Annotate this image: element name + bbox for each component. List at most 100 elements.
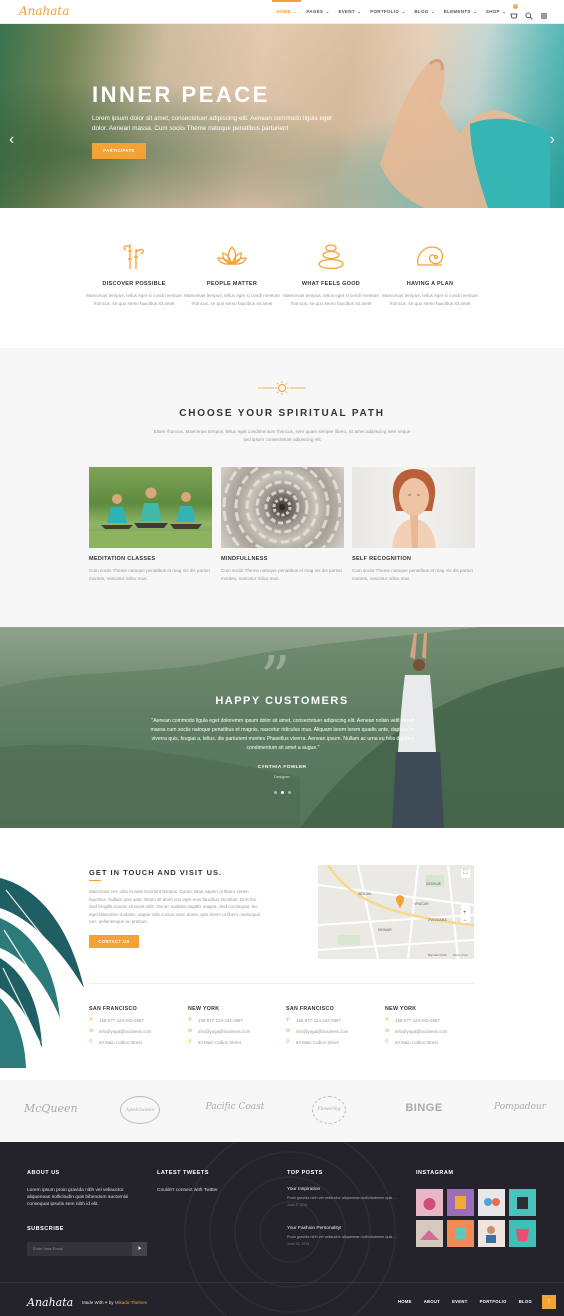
client-logo[interactable]: McQueen [24, 1102, 78, 1115]
footer-logo[interactable]: Anahata [27, 1296, 73, 1309]
client-logo[interactable]: BINGE [402, 1102, 446, 1114]
slider-dot-active[interactable] [280, 791, 284, 794]
post-item[interactable]: Your Fashion Personality! Proin gravida … [287, 1226, 402, 1246]
nav-pages[interactable]: PAGES ⌄ [306, 0, 329, 24]
feature-description: Maecenas tempus, tellus eget si condi me… [184, 293, 280, 306]
map-data-label: Map data ©2019 [428, 954, 447, 957]
office-email[interactable]: info@yoga@business.com [99, 1029, 151, 1034]
instagram-photo[interactable] [478, 1189, 505, 1216]
nav-blog[interactable]: BLOG ⌄ [414, 0, 434, 24]
card-description: Cum sociis Theme natoque penatibus et ma… [89, 568, 210, 581]
post-date: June 8, 2016 [287, 1203, 308, 1207]
map-label: NEIMAR [378, 928, 392, 932]
path-card[interactable]: MEDITATION CLASSES Cum sociis Theme nato… [89, 467, 212, 582]
subscribe-email-input[interactable]: Enter Your Email [27, 1242, 132, 1256]
instagram-photo[interactable] [416, 1189, 443, 1216]
card-description: Cum sociis Theme natoque penatibus et ma… [352, 568, 473, 581]
hero-text: Lorem ipsum dolor sit amet, consectetuer… [92, 115, 332, 132]
nav-portfolio[interactable]: PORTFOLIO ⌄ [370, 0, 405, 24]
search-icon[interactable] [525, 12, 533, 20]
post-text: Proin gravida nibh vel veliauctor alique… [287, 1196, 397, 1200]
participate-button[interactable]: PARTICIPATE [92, 143, 146, 159]
testimonials-section: ” HAPPY CUSTOMERS "Aenean commodo ligula… [0, 627, 564, 828]
nav-event[interactable]: EVENT ⌄ [338, 0, 361, 24]
map-label: DEDINJE [426, 882, 442, 886]
path-card[interactable]: SELF RECOGNITION Cum sociis Theme natoqu… [352, 467, 475, 582]
location-icon: ⚲ [188, 1039, 192, 1045]
client-logo[interactable]: Apolcnoseo [120, 1096, 160, 1124]
office-city: SAN FRANCISCO [286, 1006, 335, 1012]
testimonial-author: CYNTHIA FOWLER [257, 765, 307, 770]
instagram-photo[interactable] [416, 1220, 443, 1247]
send-icon[interactable]: ➤ [132, 1242, 147, 1256]
instagram-photo[interactable] [447, 1220, 474, 1247]
office-phone: 156-677-124-442-2887 [198, 1017, 243, 1023]
location-icon: ⚲ [89, 1039, 93, 1045]
nav-shop[interactable]: SHOP ⌄ [486, 0, 506, 24]
post-title[interactable]: Your Inspiration [287, 1187, 402, 1192]
post-text: Proin gravida nibh vel veliauctor alique… [287, 1235, 397, 1239]
location-icon: ⚲ [385, 1039, 389, 1045]
fullscreen-icon[interactable]: ⛶ [461, 869, 470, 878]
hero-prev-arrow[interactable]: ‹ [9, 132, 14, 148]
office-item: NEW YORK ✆ 156-677-124-442-2887 ✉ info@yog… [385, 1006, 475, 1045]
testimonial-quote: "Aenean commodo ligula eget doloremm ips… [150, 718, 416, 751]
lotus-icon [217, 245, 247, 265]
credits-link[interactable]: Mikado-Themes [115, 1300, 147, 1305]
feature-title: DISCOVER POSSIBLE [102, 281, 166, 287]
logo[interactable]: Anahata [19, 4, 69, 18]
menu-icon[interactable] [540, 12, 548, 20]
phone-icon: ✆ [89, 1017, 94, 1023]
footer-nav-blog[interactable]: BLOG [519, 1299, 532, 1304]
nav-home[interactable]: HOME ⌄ [272, 0, 302, 24]
back-to-top-icon[interactable]: ↑ [542, 1295, 556, 1309]
map-label: ZVEZDARA [428, 918, 447, 922]
post-item[interactable]: Your Inspiration Proin gravida nibh vel … [287, 1187, 402, 1207]
footer-nav: HOME ABOUT EVENT PORTFOLIO BLOG [398, 1299, 532, 1304]
office-address: 84 Main Collins Street [198, 1039, 241, 1045]
card-title: MEDITATION CLASSES [89, 556, 156, 562]
contact-title: GET IN TOUCH AND VISIT US. [89, 868, 223, 877]
title-underline [89, 880, 101, 881]
client-logo[interactable]: Flowering [312, 1096, 346, 1124]
path-card[interactable]: MINDFULLNESS Cum sociis Theme natoque pe… [221, 467, 344, 582]
page: Anahata HOME ⌄ PAGES ⌄ EVENT ⌄ PORTFOLIO… [0, 0, 564, 1316]
email-icon: ✉ [286, 1028, 291, 1034]
cart-button[interactable]: 0 [510, 4, 518, 25]
tweets-text: Couldn't connect with Twitter [157, 1188, 218, 1193]
footer-nav-home[interactable]: HOME [398, 1299, 412, 1304]
map-label: SENJAK [358, 892, 372, 896]
slider-dot[interactable] [273, 791, 277, 794]
map[interactable]: VRAČAR DEDINJE SENJAK NEIMAR ZVEZDARA + … [318, 865, 474, 959]
tweets-title: LATEST TWEETS [157, 1170, 209, 1176]
contact-us-button[interactable]: CONTACT US [89, 935, 139, 948]
instagram-photo[interactable] [447, 1189, 474, 1216]
nav-elements[interactable]: ELEMENTS ⌄ [444, 0, 477, 24]
spiritual-path-section: CHOOSE YOUR SPIRITUAL PATH Etiam rhoncus… [0, 348, 564, 628]
office-phone: 156-677-124-442-2887 [99, 1017, 144, 1023]
instagram-title: INSTAGRAM [416, 1170, 454, 1176]
footer-nav-about[interactable]: ABOUT [424, 1299, 440, 1304]
footer-nav-event[interactable]: EVENT [452, 1299, 467, 1304]
office-email[interactable]: info@yoga@business.com [296, 1029, 348, 1034]
client-logo[interactable]: Pacific Coast [205, 1102, 265, 1112]
instagram-photo[interactable] [509, 1220, 536, 1247]
stones-icon [318, 244, 344, 270]
office-phone: 156-677-124-442-2887 [296, 1017, 341, 1023]
testimonial-role: Designer [273, 774, 290, 779]
office-city: SAN FRANCISCO [89, 1006, 138, 1012]
slider-dot[interactable] [287, 791, 291, 794]
map-label: VRAČAR [414, 901, 429, 906]
chevron-down-icon: ⌄ [473, 9, 477, 14]
office-email[interactable]: info@yoga@business.com [395, 1029, 447, 1034]
post-title[interactable]: Your Fashion Personality! [287, 1226, 402, 1231]
client-logo[interactable]: Pompadour [494, 1102, 546, 1112]
instagram-photo[interactable] [509, 1189, 536, 1216]
hero-next-arrow[interactable]: › [550, 132, 555, 148]
footer-nav-portfolio[interactable]: PORTFOLIO [480, 1299, 507, 1304]
feature-title: PEOPLE MATTER [206, 281, 258, 287]
feature-item: HAVING A PLAN Maecenas tempus, tellus eg… [380, 240, 480, 307]
office-city: NEW YORK [385, 1006, 417, 1012]
office-email[interactable]: info@yoga@business.com [198, 1029, 250, 1034]
instagram-photo[interactable] [478, 1220, 505, 1247]
